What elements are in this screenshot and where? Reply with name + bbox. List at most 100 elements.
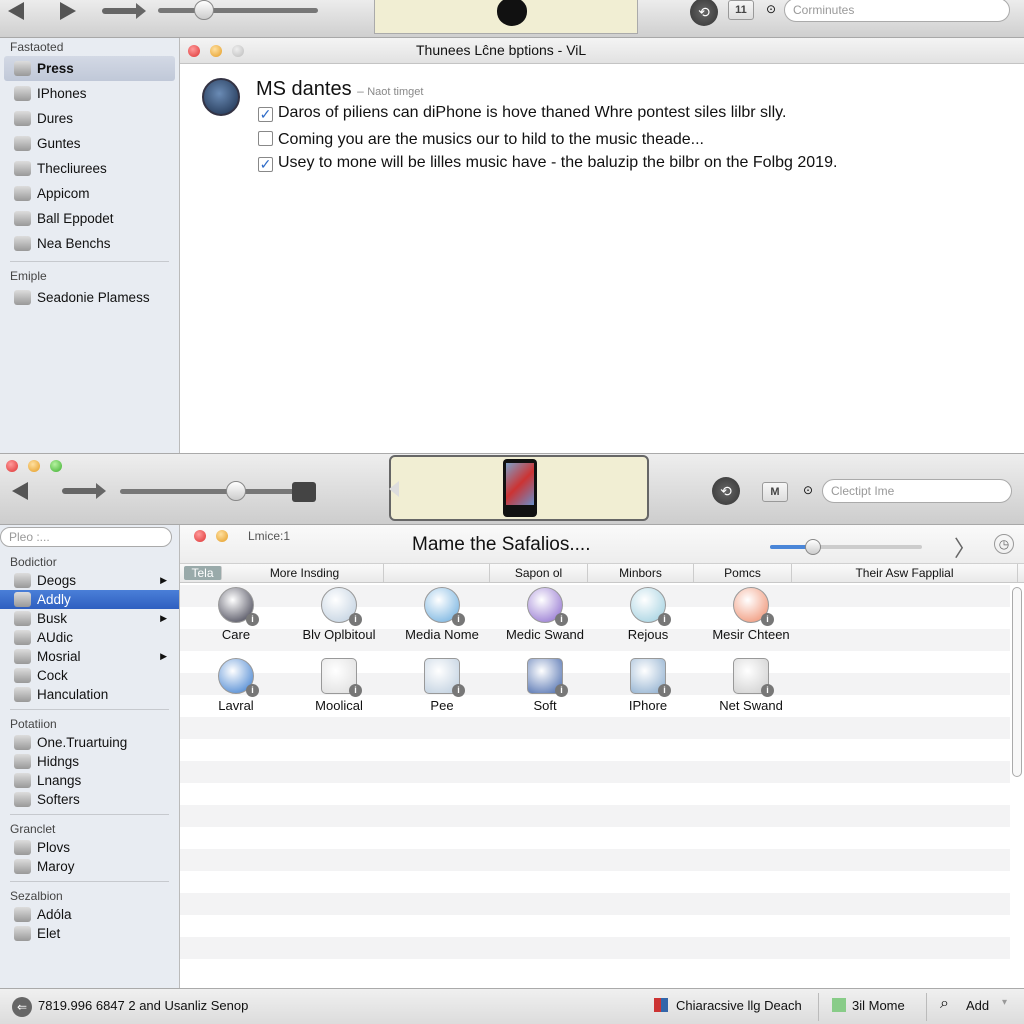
grid-item[interactable]: i IPhore bbox=[596, 658, 700, 713]
sidebar-item-addly[interactable]: Addly bbox=[0, 590, 179, 609]
view-button[interactable]: M bbox=[762, 482, 788, 502]
close-button[interactable] bbox=[194, 530, 206, 542]
sync-icon[interactable]: ⟲ bbox=[690, 0, 718, 26]
sidebar-item-mosrial[interactable]: Mosrial ▶ bbox=[0, 647, 179, 666]
sidebar-item-lnangs[interactable]: Lnangs bbox=[0, 771, 179, 790]
view-button[interactable]: 11 bbox=[728, 0, 754, 20]
grid-item[interactable]: i Care bbox=[184, 587, 288, 642]
minimize-button[interactable] bbox=[210, 45, 222, 57]
skip-arrow-icon[interactable] bbox=[62, 483, 106, 499]
grid-item[interactable]: i Net Swand bbox=[699, 658, 803, 713]
sidebar-item-thecliurees[interactable]: Thecliurees bbox=[0, 156, 179, 181]
sidebar-item-dures[interactable]: Dures bbox=[0, 106, 179, 131]
grid-item[interactable]: i Rejous bbox=[596, 587, 700, 642]
grid-item[interactable]: i Moolical bbox=[287, 658, 391, 713]
column-header-cell[interactable]: Tela bbox=[184, 566, 222, 580]
back-circle-icon[interactable]: ⇐ bbox=[12, 997, 32, 1017]
back-icon[interactable] bbox=[8, 2, 24, 20]
forward-icon[interactable] bbox=[60, 2, 76, 20]
close-button[interactable] bbox=[188, 45, 200, 57]
sidebar-item-busk[interactable]: Busk ▶ bbox=[0, 609, 179, 628]
info-badge-icon[interactable]: i bbox=[246, 684, 259, 697]
sidebar-item-softers[interactable]: Softers bbox=[0, 790, 179, 809]
sidebar-item-ad-la[interactable]: Adóla bbox=[0, 905, 179, 924]
column-header-cell[interactable] bbox=[384, 564, 490, 582]
info-badge-icon[interactable]: i bbox=[246, 613, 259, 626]
info-badge-icon[interactable]: i bbox=[452, 613, 465, 626]
grid-item[interactable]: i Blv Oplbitoul bbox=[287, 587, 391, 642]
sidebar-item-hidngs[interactable]: Hidngs bbox=[0, 752, 179, 771]
info-badge-icon[interactable]: i bbox=[761, 684, 774, 697]
option-row: ✓ Usey to mone will be lilles music have … bbox=[258, 154, 837, 179]
info-badge-icon[interactable]: i bbox=[555, 684, 568, 697]
info-badge-icon[interactable]: i bbox=[555, 613, 568, 626]
info-badge-icon[interactable]: i bbox=[349, 613, 362, 626]
volume-slider[interactable] bbox=[158, 8, 318, 13]
sidebar-item-ball-eppodet[interactable]: Ball Eppodet bbox=[0, 206, 179, 231]
status-item-3[interactable]: Add bbox=[966, 998, 989, 1013]
sidebar-item-elet[interactable]: Elet bbox=[0, 924, 179, 943]
column-header-cell[interactable]: More Insding bbox=[226, 564, 384, 582]
info-icon[interactable]: ⊙ bbox=[803, 483, 813, 497]
dropdown-icon[interactable]: ▾ bbox=[1002, 997, 1007, 1008]
sidebar-item-press[interactable]: Press bbox=[4, 56, 175, 81]
sidebar-item-deogs[interactable]: Deogs ▶ bbox=[0, 571, 179, 590]
status-item-1[interactable]: Chiaracsive llg Deach bbox=[676, 998, 802, 1013]
zoom-button[interactable] bbox=[232, 45, 244, 57]
option-checkbox[interactable]: ✓ bbox=[258, 107, 273, 122]
option-checkbox[interactable]: ✓ bbox=[258, 157, 273, 172]
sidebar-item-maroy[interactable]: Maroy bbox=[0, 857, 179, 876]
clock-icon[interactable]: ◷ bbox=[994, 534, 1014, 554]
column-header-cell[interactable]: Minbors bbox=[588, 564, 694, 582]
sidebar-item-one-truartuing[interactable]: One.Truartuing bbox=[0, 733, 179, 752]
sidebar-item-guntes[interactable]: Guntes bbox=[0, 131, 179, 156]
grid-item[interactable]: i Pee bbox=[390, 658, 494, 713]
grid-item[interactable]: i Mesir Chteen bbox=[699, 587, 803, 642]
zoom-slider-knob[interactable] bbox=[804, 539, 821, 555]
sidebar-item-appicom[interactable]: Appicom bbox=[0, 181, 179, 206]
submenu-arrow-icon[interactable]: ▶ bbox=[160, 647, 167, 666]
sidebar-item-iphones[interactable]: IPhones bbox=[0, 81, 179, 106]
column-header-cell[interactable]: Sapon ol bbox=[490, 564, 588, 582]
info-badge-icon[interactable]: i bbox=[452, 684, 465, 697]
info-badge-icon[interactable]: i bbox=[658, 613, 671, 626]
volume-slider-knob[interactable] bbox=[194, 0, 214, 20]
volume-slider-knob[interactable] bbox=[226, 481, 246, 501]
sidebar-item-audic[interactable]: AUdic bbox=[0, 628, 179, 647]
sidebar-item-plovs[interactable]: Plovs bbox=[0, 838, 179, 857]
minimize-button[interactable] bbox=[216, 530, 228, 542]
submenu-arrow-icon[interactable]: ▶ bbox=[160, 571, 167, 590]
lower-search-input[interactable]: Clectipt Ime bbox=[822, 479, 1012, 503]
grid-item[interactable]: i Medic Swand bbox=[493, 587, 597, 642]
zoom-slider[interactable] bbox=[770, 545, 922, 549]
info-icon[interactable]: ⊙ bbox=[766, 2, 776, 16]
option-checkbox[interactable] bbox=[258, 131, 273, 146]
sync-icon[interactable]: ⟲ bbox=[712, 477, 740, 505]
close-button[interactable] bbox=[6, 460, 18, 472]
volume-slider[interactable] bbox=[120, 489, 310, 494]
info-badge-icon[interactable]: i bbox=[658, 684, 671, 697]
sidebar-item-hanculation[interactable]: Hanculation bbox=[0, 685, 179, 704]
column-header-cell[interactable]: Pomcs bbox=[694, 564, 792, 582]
sidebar-search-input[interactable]: Pleo :... bbox=[0, 527, 172, 547]
grid-item[interactable]: i Soft bbox=[493, 658, 597, 713]
grid-item[interactable]: i Lavral bbox=[184, 658, 288, 713]
back-icon[interactable] bbox=[12, 482, 28, 500]
info-badge-icon[interactable]: i bbox=[761, 613, 774, 626]
zoom-button[interactable] bbox=[50, 460, 62, 472]
top-search-input[interactable]: Corminutes bbox=[784, 0, 1010, 22]
status-item-2[interactable]: 3il Mome bbox=[852, 998, 905, 1013]
sidebar-item-cock[interactable]: Cock bbox=[0, 666, 179, 685]
sidebar-item-seadonie-plamess[interactable]: Seadonie Plamess bbox=[0, 285, 179, 310]
info-badge-icon[interactable]: i bbox=[349, 684, 362, 697]
minimize-button[interactable] bbox=[28, 460, 40, 472]
chevron-right-icon[interactable]: 〉 bbox=[954, 531, 976, 563]
sidebar-item-nea-benchs[interactable]: Nea Benchs bbox=[0, 231, 179, 256]
search-icon[interactable]: ⌕ bbox=[940, 995, 949, 1013]
skip-arrow-icon[interactable] bbox=[102, 3, 146, 19]
submenu-arrow-icon[interactable]: ▶ bbox=[160, 609, 167, 628]
collapse-arrow-icon[interactable] bbox=[389, 481, 399, 497]
scrollbar[interactable] bbox=[1012, 587, 1022, 777]
grid-item[interactable]: i Media Nome bbox=[390, 587, 494, 642]
column-header-cell[interactable]: Their Asw Fapplial bbox=[792, 564, 1018, 582]
